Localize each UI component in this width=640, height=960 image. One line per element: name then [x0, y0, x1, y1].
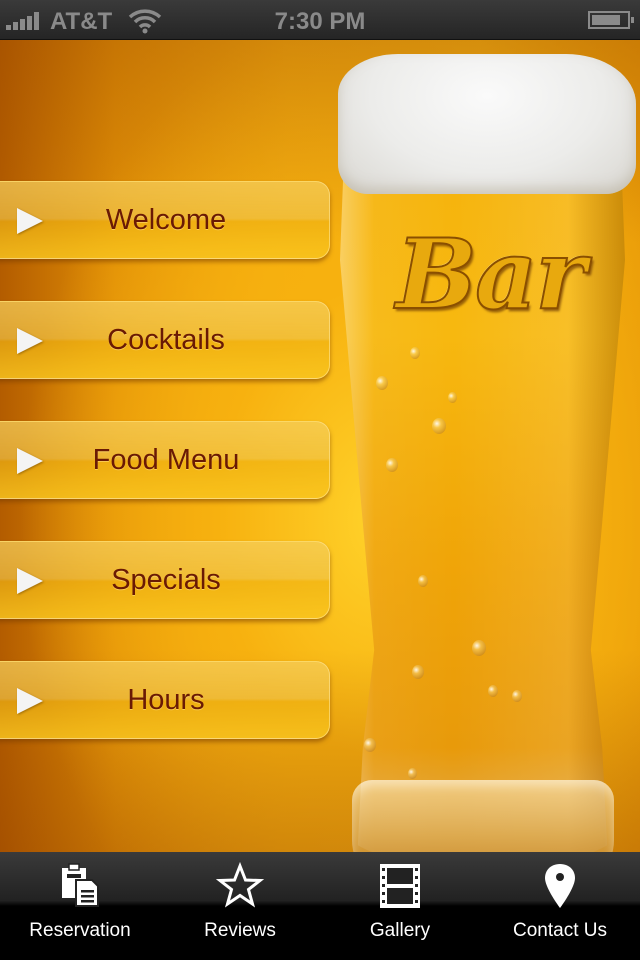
- menu-item-cocktails[interactable]: Cocktails: [0, 301, 330, 379]
- tab-contact-us[interactable]: Contact Us: [480, 852, 640, 960]
- menu-item-label: Specials: [111, 564, 221, 596]
- water-drop: [412, 665, 424, 679]
- menu-item-label: Welcome: [105, 204, 227, 236]
- menu-item-specials[interactable]: Specials: [0, 541, 330, 619]
- water-drop: [488, 685, 498, 697]
- water-drop: [364, 738, 376, 752]
- water-drop: [512, 690, 522, 702]
- water-drop: [418, 575, 428, 587]
- water-drop: [432, 418, 446, 434]
- menu-item-food-menu[interactable]: Food Menu: [0, 421, 330, 499]
- star-icon: [216, 862, 264, 908]
- tab-reviews[interactable]: Reviews: [160, 852, 320, 960]
- battery-icon: [588, 11, 634, 29]
- tab-bar: Reservation Reviews Gallery Contact Us: [0, 852, 640, 960]
- tab-label: Reviews: [204, 920, 276, 941]
- menu-item-label: Cocktails: [107, 324, 225, 356]
- water-drop: [448, 392, 457, 403]
- tab-label: Reservation: [29, 920, 131, 941]
- menu-item-welcome[interactable]: Welcome: [0, 181, 330, 259]
- status-bar: AT&T 7:30 PM: [0, 0, 640, 40]
- menu-item-label: Hours: [127, 684, 205, 716]
- tab-reservation[interactable]: Reservation: [0, 852, 160, 960]
- tab-gallery[interactable]: Gallery: [320, 852, 480, 960]
- menu-item-label: Food Menu: [92, 444, 240, 476]
- menu-item-hours[interactable]: Hours: [0, 661, 330, 739]
- tab-label: Contact Us: [513, 920, 607, 941]
- water-drop: [386, 458, 398, 472]
- beer-foam: [338, 54, 636, 194]
- tab-label: Gallery: [369, 920, 431, 941]
- bar-logo: Bar: [395, 217, 587, 332]
- clipboard-icon: [62, 863, 99, 907]
- water-drop: [472, 640, 486, 656]
- map-pin-icon: [545, 864, 575, 908]
- water-drop: [408, 768, 417, 779]
- beer-glass-base: [352, 780, 614, 852]
- water-drop: [376, 376, 388, 390]
- status-time: 7:30 PM: [274, 8, 366, 35]
- film-icon: [380, 864, 420, 908]
- water-drop: [410, 347, 420, 359]
